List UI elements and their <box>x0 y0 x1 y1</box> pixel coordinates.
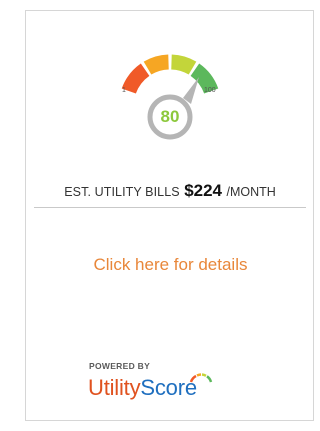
bills-label: EST. UTILITY BILLS <box>64 185 180 199</box>
gauge-segment-mid-high <box>170 54 197 75</box>
bills-amount: $224 <box>184 181 223 200</box>
gauge-graphic <box>121 54 219 140</box>
logo-text-utility: Utility <box>88 375 141 400</box>
utility-score-widget: 1 100 80 EST. UTILITY BILLS $224 /MONTH … <box>25 10 314 421</box>
estimated-bills-row: EST. UTILITY BILLS $224 /MONTH <box>34 181 306 208</box>
powered-by-label: POWERED BY <box>89 361 151 371</box>
gauge-min-label: 1 <box>122 87 126 94</box>
score-gauge: 1 100 80 <box>26 11 315 161</box>
gauge-segment-mid-low <box>143 54 170 75</box>
gauge-max-label: 100 <box>204 87 216 94</box>
utilityscore-logo[interactable]: UtilityScore <box>88 375 197 401</box>
gauge-segment-low <box>121 63 150 94</box>
logo-arc-icon <box>189 373 213 383</box>
details-link[interactable]: Click here for details <box>26 255 315 275</box>
gauge-score-value: 80 <box>160 107 180 126</box>
bills-unit: /MONTH <box>226 185 276 199</box>
gauge-needle <box>183 77 199 104</box>
